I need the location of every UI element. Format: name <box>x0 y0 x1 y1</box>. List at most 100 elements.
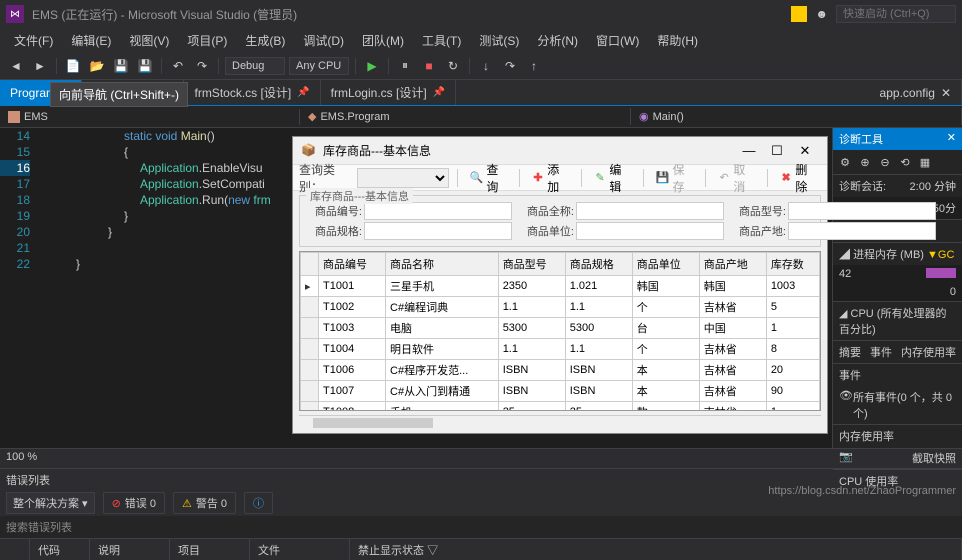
memory-section[interactable]: ◢ 进程内存 (MB) ▼GC <box>833 242 962 265</box>
menu-file[interactable]: 文件(F) <box>6 29 61 52</box>
grid-cell[interactable]: 韩国 <box>699 276 766 297</box>
open-icon[interactable]: 📂 <box>87 56 107 76</box>
filter-icon[interactable]: ▽ <box>427 545 438 557</box>
tab-frmlogin-design[interactable]: frmLogin.cs [设计]📌 <box>321 80 456 105</box>
cancel-button[interactable]: ↶取消 <box>714 159 759 197</box>
col-file[interactable]: 文件 <box>250 539 350 560</box>
grid-col[interactable]: 商品编号 <box>319 253 386 276</box>
menu-help[interactable]: 帮助(H) <box>649 29 706 52</box>
tab-program-cs[interactable]: Program.cs 向前导航 (Ctrl+Shift+-) <box>0 80 82 105</box>
grid-cell[interactable]: 个 <box>632 339 699 360</box>
config-combo[interactable]: Debug <box>225 57 285 75</box>
grid-cell[interactable]: 1.021 <box>565 276 632 297</box>
category-combo[interactable] <box>357 168 448 188</box>
grid-cell[interactable]: T1001 <box>319 276 386 297</box>
platform-combo[interactable]: Any CPU <box>289 57 349 75</box>
grid-cell[interactable]: 1003 <box>766 276 819 297</box>
grid-cell[interactable]: 吉林省 <box>699 381 766 402</box>
view-icon[interactable]: ▦ <box>917 154 933 170</box>
close-icon[interactable]: ✕ <box>947 131 956 147</box>
tab-memory[interactable]: 内存使用率 <box>901 344 956 360</box>
step-out-icon[interactable]: ↑ <box>524 56 544 76</box>
zoom-level[interactable]: 100 % <box>0 448 962 468</box>
grid-cell[interactable]: 20 <box>766 360 819 381</box>
menu-debug[interactable]: 调试(D) <box>295 29 352 52</box>
maximize-button[interactable]: ☐ <box>763 141 791 161</box>
grid-cell[interactable]: T1002 <box>319 297 386 318</box>
grid-cell[interactable]: 本 <box>632 360 699 381</box>
snapshot-button[interactable]: 📷截取快照 <box>833 447 962 469</box>
grid-cell[interactable]: 明日软件 <box>386 339 499 360</box>
grid-cell[interactable]: 1.1 <box>498 297 565 318</box>
grid-row[interactable]: T1001三星手机23501.021韩国韩国1003 <box>301 276 820 297</box>
grid-cell[interactable]: 台 <box>632 318 699 339</box>
grid-cell[interactable]: 1 <box>766 318 819 339</box>
col-project[interactable]: 项目 <box>170 539 250 560</box>
grid-row[interactable]: T1006C#程序开发范...ISBNISBN本吉林省20 <box>301 360 820 381</box>
save-all-icon[interactable]: 💾 <box>135 56 155 76</box>
pause-icon[interactable]: ⏸ <box>395 56 415 76</box>
grid-cell[interactable]: T1008 <box>319 402 386 412</box>
nav-project[interactable]: EMS <box>0 109 300 125</box>
grid-cell[interactable]: ISBN <box>565 381 632 402</box>
col-icon[interactable] <box>0 539 30 560</box>
grid-cell[interactable]: 5 <box>766 297 819 318</box>
errors-filter[interactable]: ⊘错误 0 <box>103 492 165 514</box>
cpu-section[interactable]: ◢ CPU (所有处理器的百分比) <box>833 301 962 340</box>
grid-col[interactable]: 商品产地 <box>699 253 766 276</box>
add-button[interactable]: ✚添加 <box>528 159 573 197</box>
grid-cell[interactable]: 5300 <box>498 318 565 339</box>
grid-cell[interactable]: 2350 <box>498 276 565 297</box>
menu-team[interactable]: 团队(M) <box>354 29 412 52</box>
grid-cell[interactable]: 25 <box>498 402 565 412</box>
close-icon[interactable]: ✕ <box>941 86 951 100</box>
grid-col[interactable]: 商品型号 <box>498 253 565 276</box>
spec-input[interactable] <box>364 222 512 240</box>
id-input[interactable] <box>364 202 512 220</box>
grid-cell[interactable]: ISBN <box>498 381 565 402</box>
reset-icon[interactable]: ⟲ <box>897 154 913 170</box>
nav-fwd-icon[interactable]: ► <box>30 56 50 76</box>
scope-combo[interactable]: 整个解决方案 ▾ <box>6 492 95 514</box>
messages-filter[interactable]: ⓘ <box>244 492 273 514</box>
events-link[interactable]: 👁所有事件(0 个，共 0 个) <box>833 386 962 424</box>
zoom-out-icon[interactable]: ⊖ <box>877 154 893 170</box>
grid-cell[interactable]: ISBN <box>498 360 565 381</box>
horizontal-scrollbar[interactable] <box>299 415 821 429</box>
tab-frmstock-design[interactable]: frmStock.cs [设计]📌 <box>184 80 320 105</box>
warnings-filter[interactable]: ⚠警告 0 <box>173 492 236 514</box>
step-over-icon[interactable]: ↷ <box>500 56 520 76</box>
step-into-icon[interactable]: ↓ <box>476 56 496 76</box>
grid-cell[interactable]: 1.1 <box>498 339 565 360</box>
new-file-icon[interactable]: 📄 <box>63 56 83 76</box>
menu-analyze[interactable]: 分析(N) <box>529 29 586 52</box>
unit-input[interactable] <box>576 222 724 240</box>
grid-col[interactable]: 库存数 <box>766 253 819 276</box>
grid-cell[interactable]: ISBN <box>565 360 632 381</box>
grid-cell[interactable]: 吉林省 <box>699 402 766 412</box>
tab-appconfig[interactable]: app.config✕ <box>870 80 962 105</box>
error-search[interactable]: 搜索错误列表 <box>0 516 962 538</box>
grid-cell[interactable]: 韩国 <box>632 276 699 297</box>
grid-cell[interactable]: C#程序开发范... <box>386 360 499 381</box>
origin-input[interactable] <box>788 222 936 240</box>
grid-cell[interactable]: T1007 <box>319 381 386 402</box>
data-grid[interactable]: 商品编号商品名称商品型号商品规格商品单位商品产地库存数 T1001三星手机235… <box>299 251 821 411</box>
feedback-icon[interactable]: ☻ <box>815 7 828 21</box>
grid-cell[interactable]: 1.1 <box>565 297 632 318</box>
quick-launch-input[interactable] <box>836 5 956 23</box>
grid-row[interactable]: T1004明日软件1.11.1个吉林省8 <box>301 339 820 360</box>
tab-events[interactable]: 事件 <box>870 344 892 360</box>
nav-method[interactable]: ◉Main() <box>631 108 962 125</box>
grid-row[interactable]: T1003电脑53005300台中国1 <box>301 318 820 339</box>
col-desc[interactable]: 说明 <box>90 539 170 560</box>
grid-cell[interactable]: T1003 <box>319 318 386 339</box>
grid-cell[interactable]: 个 <box>632 297 699 318</box>
grid-cell[interactable]: 款 <box>632 402 699 412</box>
col-code[interactable]: 代码 <box>30 539 90 560</box>
delete-button[interactable]: ✖删除 <box>776 159 821 197</box>
edit-button[interactable]: ✎编辑 <box>590 159 635 197</box>
grid-row[interactable]: T1007C#从入门到精通ISBNISBN本吉林省90 <box>301 381 820 402</box>
menu-view[interactable]: 视图(V) <box>121 29 177 52</box>
menu-project[interactable]: 项目(P) <box>179 29 235 52</box>
